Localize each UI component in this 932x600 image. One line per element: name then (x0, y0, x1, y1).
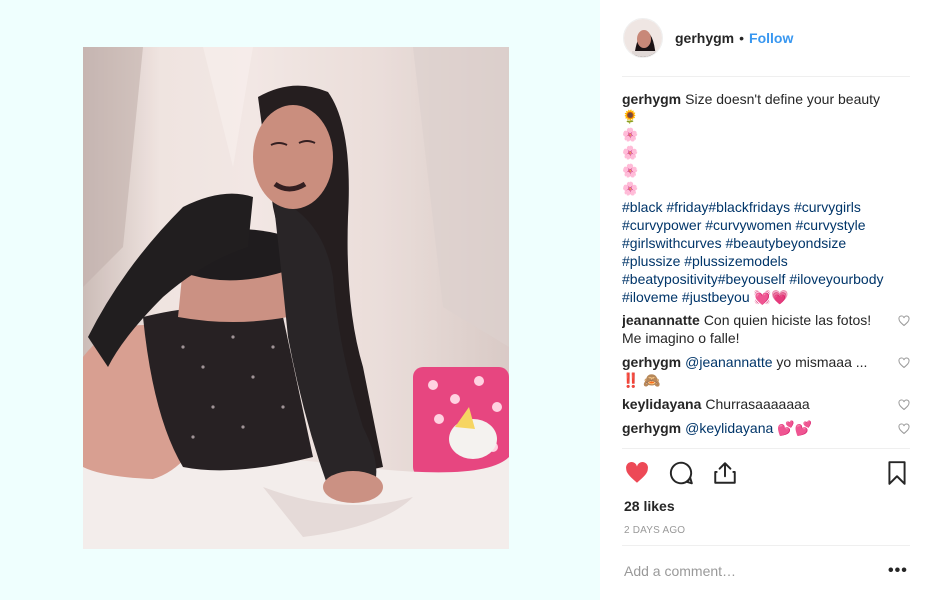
header-divider (622, 76, 910, 77)
heart-icon[interactable] (624, 460, 650, 486)
media-panel (0, 0, 600, 600)
post-username[interactable]: gerhygm (675, 30, 734, 46)
small-heart-icon[interactable] (898, 399, 910, 411)
hashtag-line[interactable]: #curvypower #curvywomen #curvystyle (622, 216, 910, 234)
comment-item: gerhygm @jeanannatte yo mismaaa ... ‼️ 🙈 (622, 353, 910, 389)
comment-item: jeanannatte Con quien hiciste las fotos! … (622, 311, 910, 347)
caption-emoji-line: 🌸 (622, 127, 639, 142)
follow-button[interactable]: Follow (749, 30, 793, 46)
hashtag-line[interactable]: #plussize #plussizemodels (622, 252, 910, 270)
comment-icon[interactable] (668, 460, 694, 486)
comment-username[interactable]: gerhygm (622, 420, 681, 436)
comment-item: gerhygm @keylidayana 💕💕 (622, 419, 910, 437)
caption-emoji-line: 🌸 (622, 181, 639, 196)
caption: gerhygm Size doesn't define your beauty 🌻… (622, 90, 910, 306)
comment-username[interactable]: gerhygm (622, 354, 681, 370)
separator-dot: • (739, 30, 745, 46)
action-bar (622, 456, 910, 492)
comments-list[interactable]: gerhygm Size doesn't define your beauty 🌻… (622, 90, 910, 450)
comment-mention[interactable]: @jeanannatte (685, 354, 772, 370)
small-heart-icon[interactable] (898, 357, 910, 369)
post-timestamp[interactable]: 2 DAYS AGO (624, 525, 685, 536)
comment-divider (622, 545, 910, 546)
hashtag-line[interactable]: #black #friday#blackfridays #curvygirls (622, 198, 910, 216)
share-icon[interactable] (712, 460, 738, 486)
comment-item: keylidayana Churrasaaaaaaa (622, 395, 910, 413)
add-comment-input[interactable]: Add a comment… (624, 563, 736, 579)
caption-emoji-line: 🌻 (622, 109, 639, 124)
small-heart-icon[interactable] (898, 423, 910, 435)
comment-text: Churrasaaaaaaa (705, 396, 810, 412)
comment-mention[interactable]: @keylidayana (685, 420, 773, 436)
post-photo[interactable] (83, 47, 509, 549)
hashtag-line[interactable]: #girlswithcurves #beautybeyondsize (622, 234, 910, 252)
post-header: gerhygm • Follow (623, 17, 910, 59)
caption-username[interactable]: gerhygm (622, 91, 681, 107)
small-heart-icon[interactable] (898, 315, 910, 327)
comment-username[interactable]: jeanannatte (622, 312, 700, 328)
hashtag-line[interactable]: #iloveme #justbeyou 💓💗 (622, 288, 910, 306)
actions-divider (622, 448, 910, 449)
likes-count[interactable]: 28 likes (624, 498, 675, 514)
caption-emoji-line: 🌸 (622, 145, 639, 160)
caption-hashtags: #black #friday#blackfridays #curvygirls … (622, 198, 910, 306)
comment-text: 💕💕 (773, 420, 813, 436)
more-options-button[interactable]: ••• (888, 562, 908, 580)
caption-emoji-line: 🌸 (622, 163, 639, 178)
hashtag-line[interactable]: #beatypositivity#beyouself #iloveyourbod… (622, 270, 910, 288)
bookmark-icon[interactable] (884, 460, 910, 486)
comment-username[interactable]: keylidayana (622, 396, 701, 412)
avatar[interactable] (623, 18, 663, 58)
post-side-panel: gerhygm • Follow gerhygm Size doesn't def… (600, 0, 932, 600)
caption-text: Size doesn't define your beauty (685, 91, 881, 107)
